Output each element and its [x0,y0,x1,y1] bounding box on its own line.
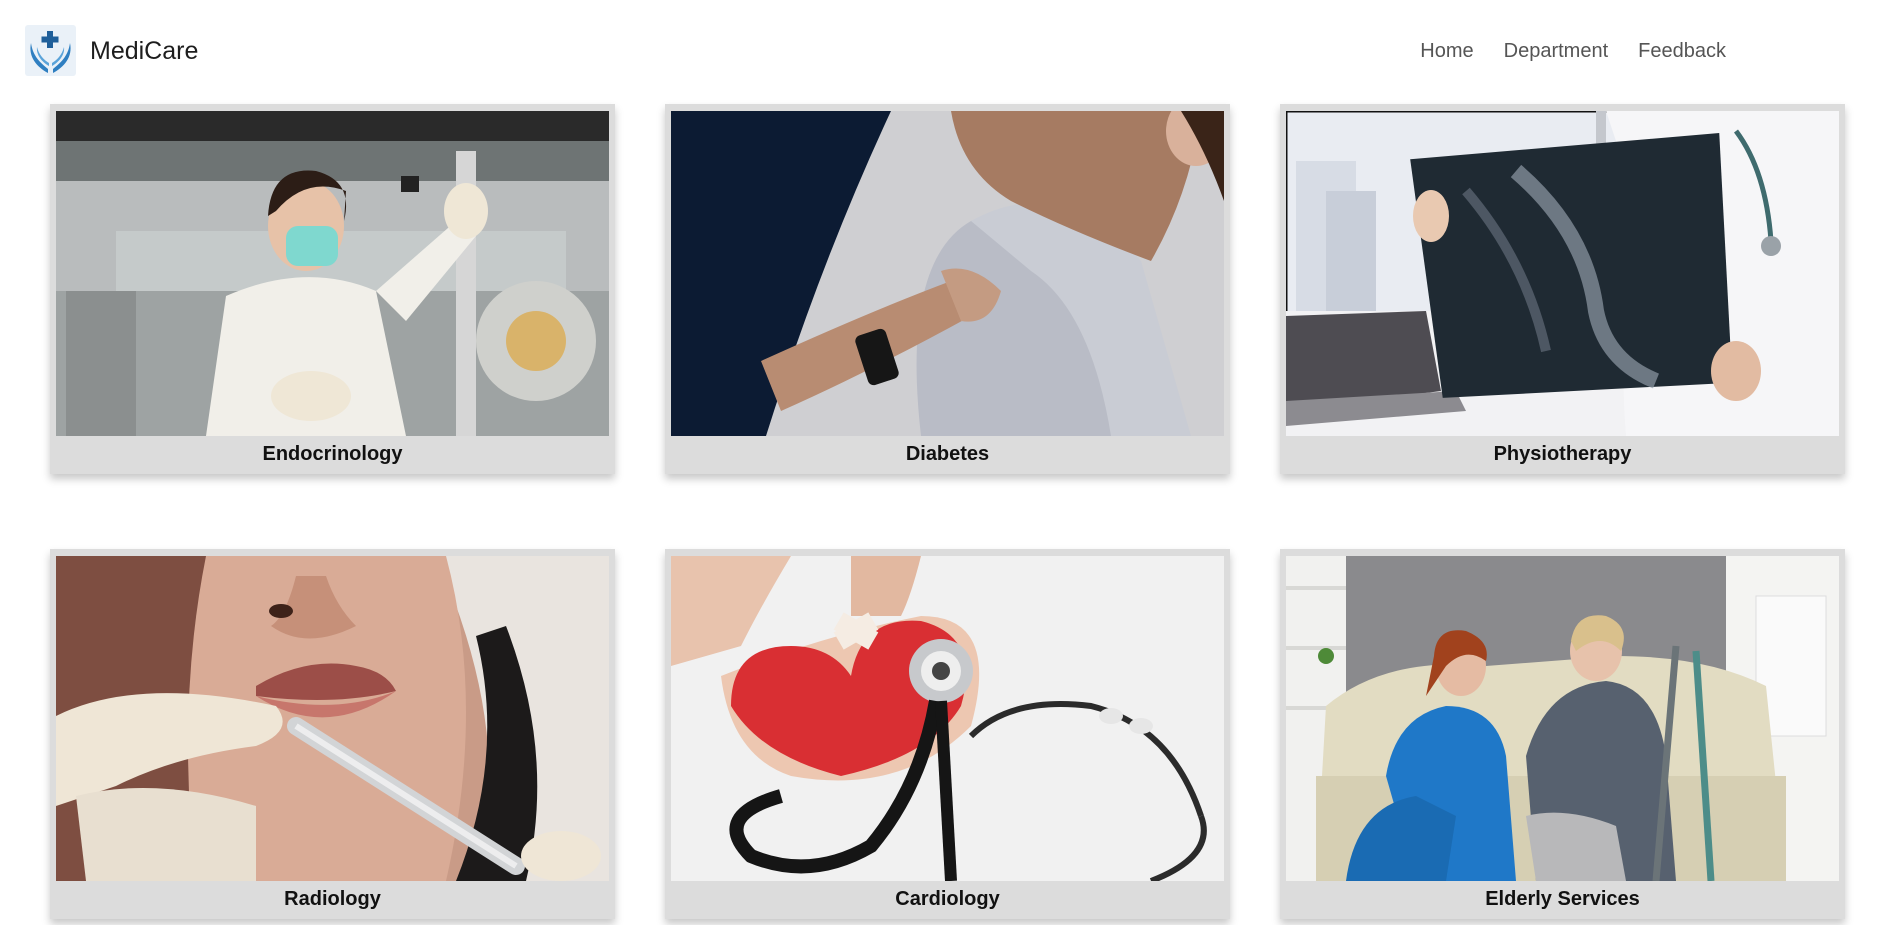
department-label: Endocrinology [262,443,403,465]
department-label: Elderly Services [1485,888,1640,910]
brand-name[interactable]: MediCare [90,33,198,69]
department-label: Diabetes [905,443,990,465]
department-card-diabetes[interactable]: Diabetes [665,104,1230,474]
lab-doctor-photo [56,111,609,436]
medicare-logo-icon[interactable] [25,25,76,76]
main-nav: Home Department Feedback [1405,38,1741,64]
department-label: Radiology [284,888,381,910]
department-label: Physiotherapy [1493,443,1632,465]
navbar: MediCare Home Department Feedback [0,0,1883,104]
nav-home[interactable]: Home [1405,38,1488,64]
nav-feedback[interactable]: Feedback [1623,38,1741,64]
nurse-elderly-photo [1286,556,1839,881]
heart-stethoscope-photo [671,556,1224,881]
department-card-physiotherapy[interactable]: Physiotherapy [1280,104,1845,474]
department-label: Cardiology [895,888,1000,910]
department-card-radiology[interactable]: Radiology [50,549,615,919]
shoulder-therapy-photo [671,111,1224,436]
department-card-elderly-services[interactable]: Elderly Services [1280,549,1845,919]
lip-injection-photo [56,556,609,881]
department-card-cardiology[interactable]: Cardiology [665,549,1230,919]
department-card-endocrinology[interactable]: Endocrinology [50,104,615,474]
nav-department[interactable]: Department [1489,38,1624,64]
xray-review-photo [1286,111,1839,436]
